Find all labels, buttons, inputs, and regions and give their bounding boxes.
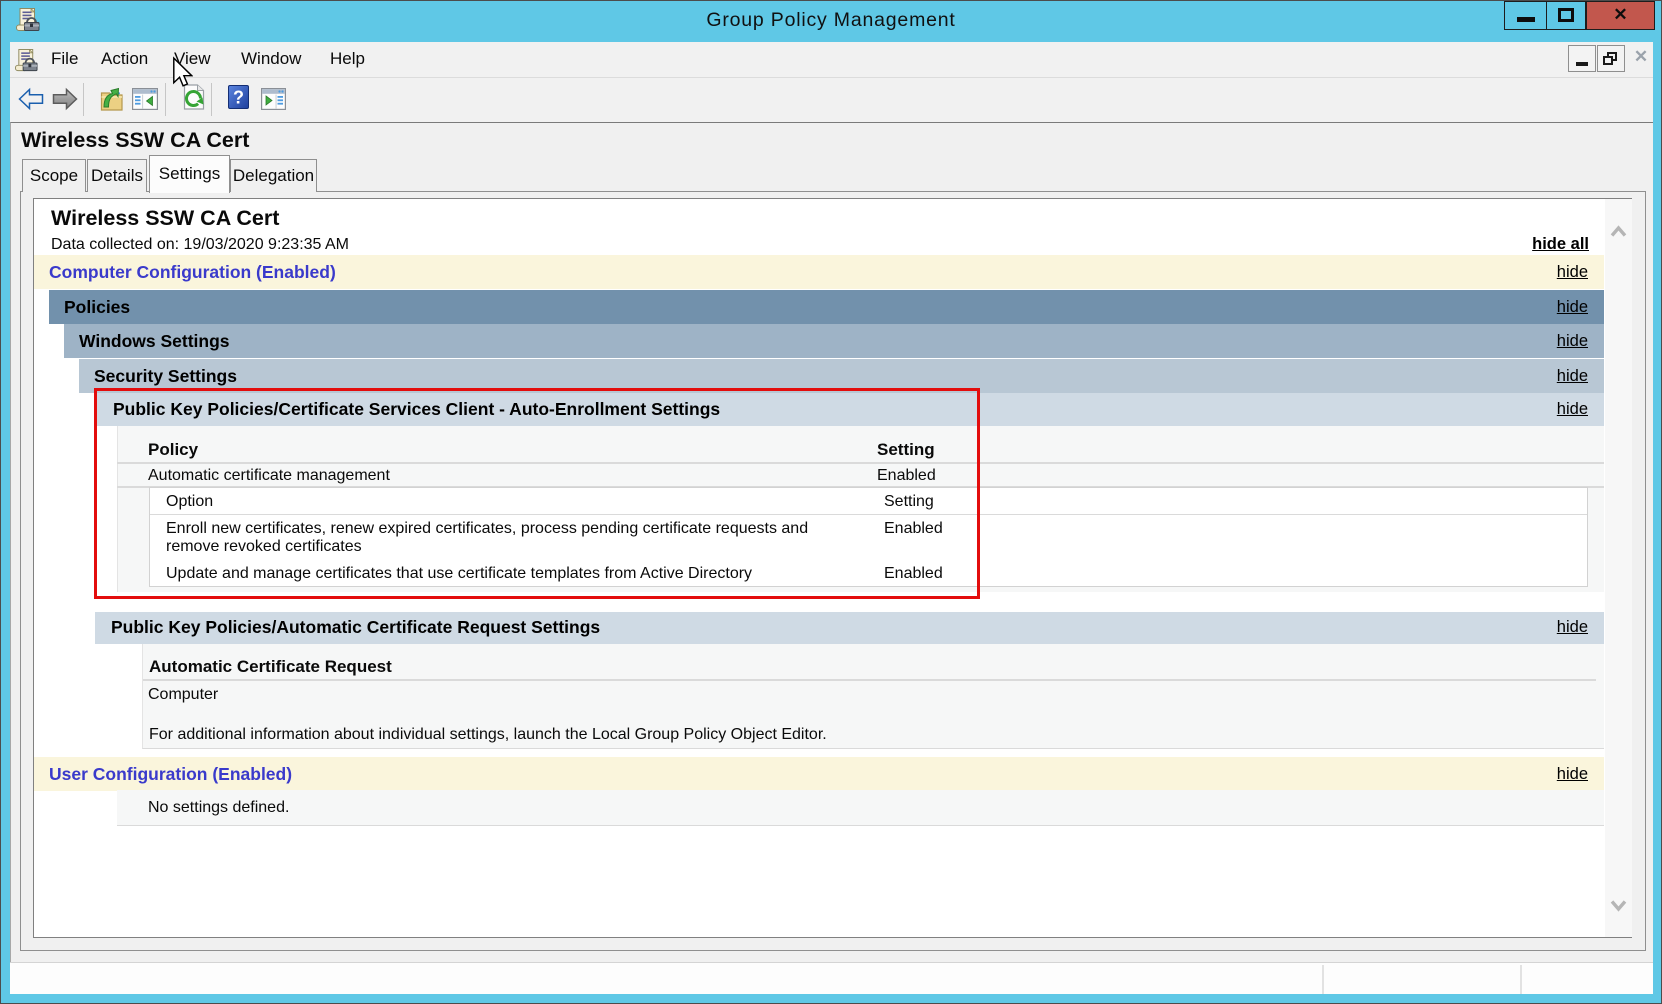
svg-text:?: ? (233, 88, 244, 108)
